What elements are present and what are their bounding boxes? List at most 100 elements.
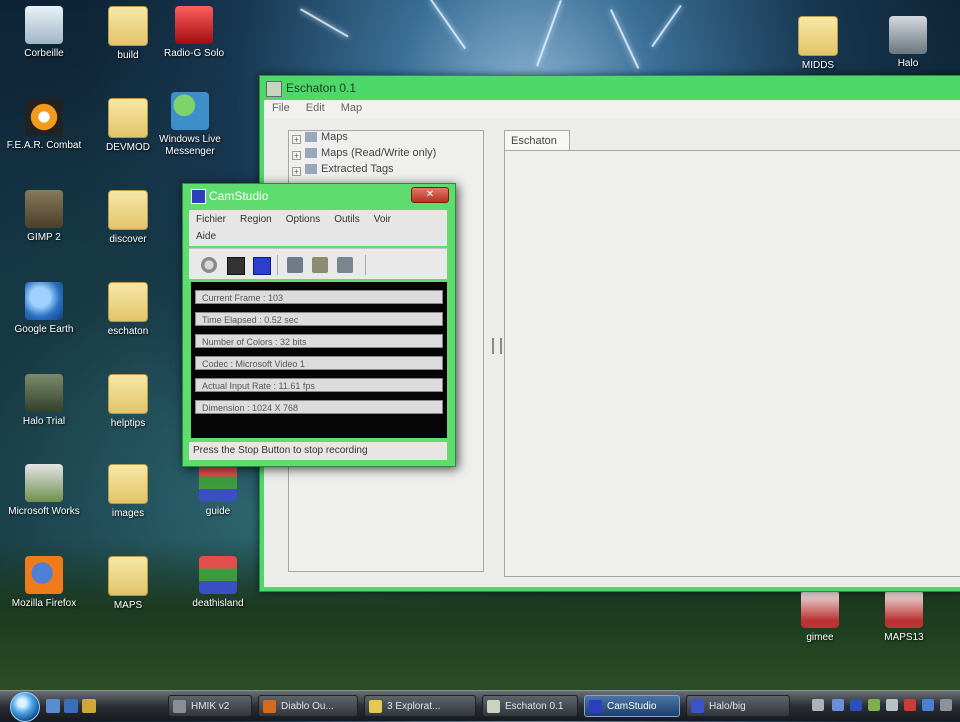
folder-icon <box>108 98 148 138</box>
menu-aide[interactable]: Aide <box>189 227 223 244</box>
toolbar-separator <box>277 255 278 275</box>
menu-outils[interactable]: Outils <box>327 210 367 227</box>
camstudio-window[interactable]: CamStudio ✕ Fichier Region Options Outils Vo… <box>182 183 456 467</box>
task-diablo[interactable]: Diablo Ou... <box>258 695 358 717</box>
bluetooth-icon[interactable] <box>922 699 934 711</box>
messenger-icon <box>171 92 209 130</box>
folder-icon <box>369 700 382 713</box>
eschaton-menubar: File Edit Map <box>264 100 960 118</box>
close-button[interactable]: ✕ <box>411 187 449 203</box>
menu-voir[interactable]: Voir <box>367 210 398 227</box>
menu-options[interactable]: Options <box>279 210 327 227</box>
tray-arrow-icon[interactable] <box>812 699 824 711</box>
messenger-icon[interactable] <box>868 699 880 711</box>
package-icon <box>199 556 237 594</box>
expand-icon[interactable]: + <box>292 151 301 160</box>
app-icon <box>263 700 276 713</box>
desktop-icon-images[interactable]: images <box>86 462 170 540</box>
desktop-icon-firefox[interactable]: Mozilla Firefox <box>2 554 86 632</box>
folder-icon <box>798 16 838 56</box>
lightning-bolt <box>651 5 682 48</box>
camstudio-icon <box>589 700 602 713</box>
stat-codec: Codec : Microsoft Video 1 <box>195 356 443 370</box>
tree-node-extracted-tags[interactable]: + Extracted Tags <box>289 163 483 179</box>
google-earth-icon <box>25 282 63 320</box>
record-button-icon[interactable] <box>201 257 217 273</box>
desktop-icon-gimp[interactable]: GIMP 2 <box>2 188 86 266</box>
halo-icon <box>25 374 63 412</box>
quicklaunch-icon[interactable] <box>82 699 96 713</box>
stat-number-of-colors: Number of Colors : 32 bits <box>195 334 443 348</box>
menu-map[interactable]: Map <box>333 100 370 116</box>
device-icon <box>885 590 923 628</box>
radio-icon <box>175 6 213 44</box>
folder-icon <box>108 556 148 596</box>
eschaton-titlebar[interactable]: Eschaton 0.1 <box>260 76 960 100</box>
desktop-icon-helptips[interactable]: helptips <box>86 372 170 450</box>
device-icon <box>801 590 839 628</box>
task-halo[interactable]: Halo/big <box>686 695 790 717</box>
video-annotation-icon[interactable] <box>312 257 328 273</box>
map-folder-icon <box>305 148 317 159</box>
folder-icon <box>108 282 148 322</box>
desktop-icon-works[interactable]: Microsoft Works <box>2 462 86 540</box>
folder-icon <box>108 190 148 230</box>
desktop-icon-eschaton[interactable]: eschaton <box>86 280 170 358</box>
clock-icon[interactable] <box>940 699 952 711</box>
system-tray <box>808 695 958 717</box>
task-eschaton[interactable]: Eschaton 0.1 <box>482 695 578 717</box>
folder-icon <box>108 6 148 46</box>
desktop-icon-halo-trial[interactable]: Halo Trial <box>2 372 86 450</box>
menu-edit[interactable]: Edit <box>298 100 333 116</box>
tag-folder-icon <box>305 164 317 175</box>
ie-icon[interactable] <box>64 699 78 713</box>
stop-button-icon[interactable] <box>253 257 271 275</box>
folder-icon <box>108 464 148 504</box>
folder-icon <box>108 374 148 414</box>
map-folder-icon <box>305 132 317 143</box>
menu-file[interactable]: File <box>264 100 298 116</box>
stat-time-elapsed: Time Elapsed : 0.52 sec <box>195 312 443 326</box>
microphone-icon <box>889 16 927 54</box>
screen-annotation-icon[interactable] <box>287 257 303 273</box>
desktop-icon-recycle-bin[interactable]: Corbeille <box>2 4 86 82</box>
desktop-icon-messenger[interactable]: Windows Live Messenger <box>148 90 232 168</box>
show-desktop-icon[interactable] <box>46 699 60 713</box>
task-camstudio[interactable]: CamStudio <box>584 695 680 717</box>
app-icon <box>691 700 704 713</box>
tab-eschaton[interactable]: Eschaton <box>504 130 570 151</box>
desktop-icon-discover[interactable]: discover <box>86 188 170 266</box>
tree-node-maps-readwrite[interactable]: + Maps (Read/Write only) <box>289 147 483 163</box>
expand-icon[interactable]: + <box>292 167 301 176</box>
eschaton-tab-area: Eschaton <box>504 130 960 577</box>
camstudio-titlebar[interactable]: CamStudio ✕ <box>183 184 455 208</box>
expand-icon[interactable]: + <box>292 135 301 144</box>
desktop-icon-maps[interactable]: MAPS <box>86 554 170 632</box>
stat-current-frame: Current Frame : 103 <box>195 290 443 304</box>
webcam-icon[interactable] <box>337 257 353 273</box>
desktop-icon-fear[interactable]: F.E.A.R. Combat <box>2 96 86 174</box>
desktop-icon-guide[interactable]: guide <box>176 462 260 540</box>
lightning-bolt <box>430 0 467 50</box>
volume-icon[interactable] <box>886 699 898 711</box>
shield-icon[interactable] <box>850 699 862 711</box>
desktop-icon-gimee[interactable]: gimee <box>778 588 862 666</box>
pane-splitter[interactable] <box>492 338 502 354</box>
network-icon[interactable] <box>832 699 844 711</box>
menu-region[interactable]: Region <box>233 210 279 227</box>
task-hmik[interactable]: HMIK v2 <box>168 695 252 717</box>
recording-stats-panel: Current Frame : 103 Time Elapsed : 0.52 … <box>191 282 447 438</box>
app-icon <box>173 700 186 713</box>
task-explorer[interactable]: 3 Explorat... <box>364 695 476 717</box>
desktop-icon-google-earth[interactable]: Google Earth <box>2 280 86 358</box>
camstudio-statusbar: Press the Stop Button to stop recording <box>189 442 447 460</box>
desktop-icon-radio[interactable]: Radio-G Solo <box>152 4 236 82</box>
desktop-icon-deathisland[interactable]: deathisland <box>176 554 260 632</box>
menu-fichier[interactable]: Fichier <box>189 210 233 227</box>
desktop-icon-maps13[interactable]: MAPS13 <box>862 588 946 666</box>
pause-button-icon[interactable] <box>227 257 245 275</box>
start-button[interactable] <box>10 692 40 722</box>
lightning-bolt <box>536 0 562 67</box>
tray-app-icon[interactable] <box>904 699 916 711</box>
tree-node-maps[interactable]: + Maps <box>289 131 483 147</box>
